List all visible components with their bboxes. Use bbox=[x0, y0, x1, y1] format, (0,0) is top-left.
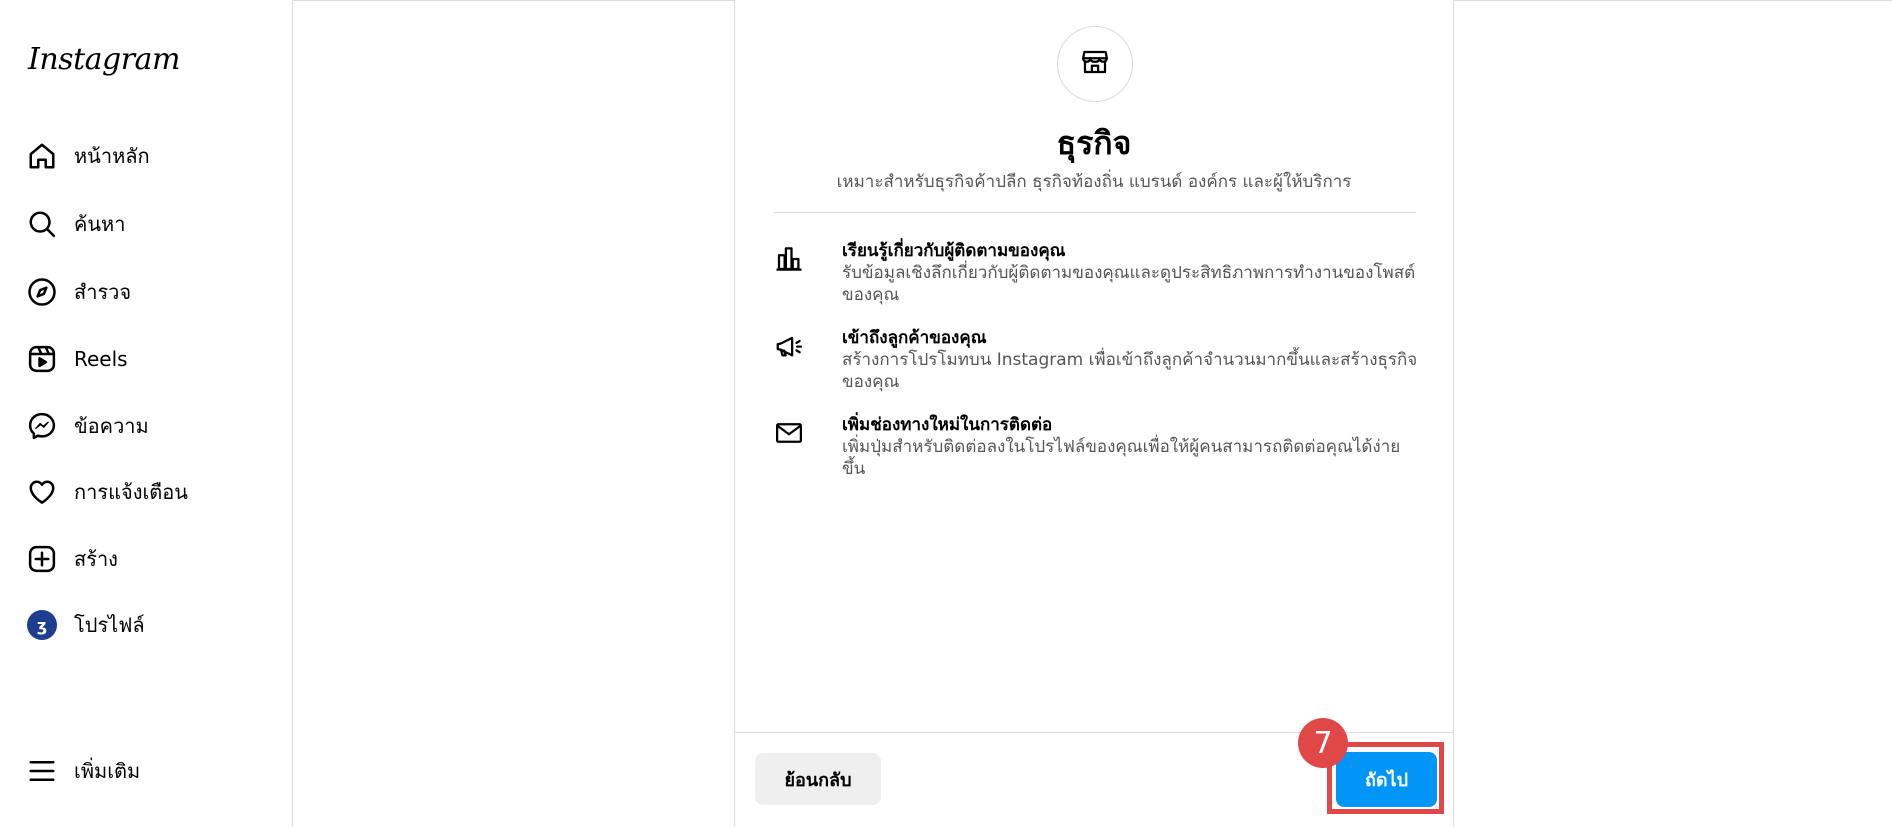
feature-heading: เรียนรู้เกี่ยวกับผู้ติดตามของคุณ bbox=[842, 241, 1066, 261]
sidebar-item-reels[interactable]: Reels bbox=[24, 331, 274, 387]
sidebar-item-label: ค้นหา bbox=[74, 212, 126, 236]
home-icon bbox=[24, 138, 60, 174]
divider bbox=[774, 212, 1416, 213]
sidebar-item-explore[interactable]: สำรวจ bbox=[24, 264, 274, 320]
feature-heading: เพิ่มช่องทางใหม่ในการติดต่อ bbox=[842, 415, 1053, 435]
menu-icon bbox=[24, 753, 60, 789]
feature-description: สร้างการโปรโมทบน Instagram เพื่อเข้าถึงล… bbox=[842, 350, 1418, 392]
reels-icon bbox=[24, 341, 60, 377]
feature-description: รับข้อมูลเชิงลึกเกี่ยวกับผู้ติดตามของคุณ… bbox=[842, 263, 1416, 305]
sidebar-item-create[interactable]: สร้าง bbox=[24, 531, 274, 587]
sidebar-item-label: โปรไฟล์ bbox=[74, 613, 145, 637]
sidebar-item-label: เพิ่มเติม bbox=[74, 759, 141, 783]
sidebar-item-home[interactable]: หน้าหลัก bbox=[24, 128, 274, 184]
back-button[interactable]: ย้อนกลับ bbox=[755, 753, 881, 805]
bar-chart-icon bbox=[774, 244, 804, 274]
sidebar-item-label: Reels bbox=[74, 347, 128, 371]
sidebar-item-more[interactable]: เพิ่มเติม bbox=[24, 743, 274, 799]
messenger-icon bbox=[24, 408, 60, 444]
sidebar: Instagram หน้าหลัก ค้นหา สำรวจ Reels ข้อ… bbox=[0, 0, 293, 827]
account-type-card: ธุรกิจ เหมาะสำหรับธุรกิจค้าปลีก ธุรกิจท้… bbox=[734, 0, 1454, 827]
feature-description: เพิ่มปุ่มสำหรับติดต่อลงในโปรไฟล์ของคุณเพ… bbox=[842, 437, 1401, 479]
feature-item-contact: เพิ่มช่องทางใหม่ในการติดต่อ เพิ่มปุ่มสำห… bbox=[774, 414, 1424, 480]
feature-item-insights: เรียนรู้เกี่ยวกับผู้ติดตามของคุณ รับข้อม… bbox=[774, 240, 1424, 306]
instagram-logo[interactable]: Instagram bbox=[28, 42, 180, 77]
sidebar-item-profile[interactable]: ʒ โปรไฟล์ bbox=[24, 597, 274, 653]
avatar-wrapper: ʒ bbox=[24, 607, 60, 643]
avatar: ʒ bbox=[27, 610, 57, 640]
step-badge: 7 bbox=[1298, 718, 1348, 768]
page-title: ธุรกิจ bbox=[1056, 124, 1132, 162]
feature-item-reach: เข้าถึงลูกค้าของคุณ สร้างการโปรโมทบน Ins… bbox=[774, 327, 1424, 393]
sidebar-item-label: ข้อความ bbox=[74, 414, 149, 438]
mail-icon bbox=[774, 418, 804, 448]
page-subtitle: เหมาะสำหรับธุรกิจค้าปลีก ธุรกิจท้องถิ่น … bbox=[836, 172, 1352, 192]
search-icon bbox=[24, 206, 60, 242]
megaphone-icon bbox=[774, 331, 804, 361]
compass-icon bbox=[24, 274, 60, 310]
storefront-icon-circle bbox=[1057, 26, 1133, 102]
sidebar-item-label: การแจ้งเตือน bbox=[74, 480, 188, 504]
feature-heading: เข้าถึงลูกค้าของคุณ bbox=[842, 328, 987, 348]
sidebar-item-search[interactable]: ค้นหา bbox=[24, 196, 274, 252]
sidebar-item-messages[interactable]: ข้อความ bbox=[24, 398, 274, 454]
sidebar-item-notifications[interactable]: การแจ้งเตือน bbox=[24, 464, 274, 520]
plus-square-icon bbox=[24, 541, 60, 577]
sidebar-item-label: สำรวจ bbox=[74, 280, 132, 304]
sidebar-item-label: สร้าง bbox=[74, 547, 118, 571]
storefront-icon bbox=[1080, 47, 1110, 81]
heart-icon bbox=[24, 474, 60, 510]
sidebar-item-label: หน้าหลัก bbox=[74, 144, 150, 168]
